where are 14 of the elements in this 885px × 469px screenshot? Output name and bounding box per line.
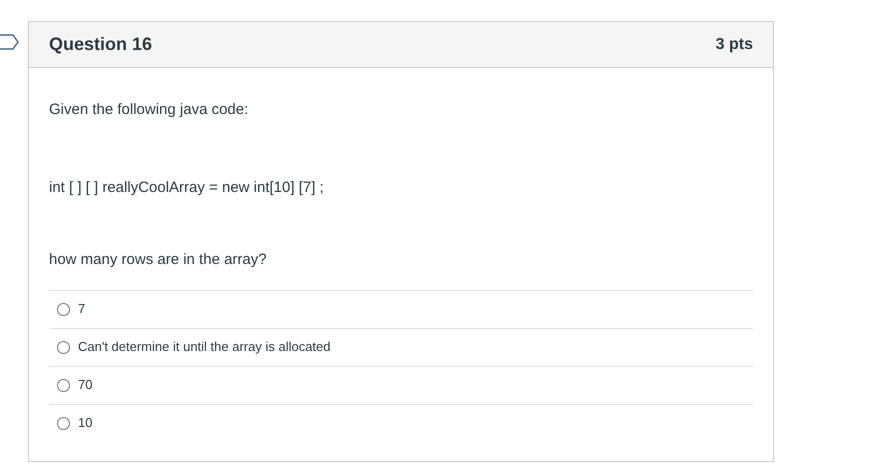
radio-button[interactable]: [57, 378, 70, 392]
radio-button[interactable]: [57, 340, 70, 354]
question-text: Given the following java code:: [49, 100, 250, 120]
answer-label: Can't determine it until the array is allocated: [78, 338, 330, 356]
answer-label: 70: [78, 376, 92, 394]
radio-button[interactable]: [57, 416, 70, 430]
question-text: how many rows are in the array?: [49, 250, 268, 270]
question-title: Question 16: [49, 33, 152, 56]
answer-label: 10: [78, 414, 92, 432]
answer-label: 7: [78, 300, 86, 318]
code-text: int [ ] [ ] reallyCoolArray = new int[10] [7] ;: [49, 178, 325, 198]
radio-button[interactable]: [57, 302, 70, 316]
bookmark-icon[interactable]: [0, 34, 20, 50]
points-label: 3 pts: [716, 34, 753, 54]
